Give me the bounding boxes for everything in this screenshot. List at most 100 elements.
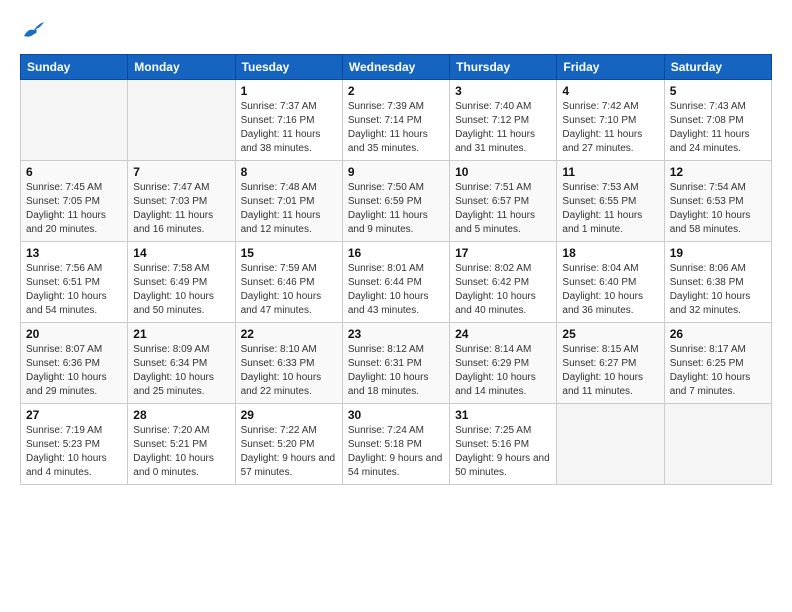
calendar-header-friday: Friday — [557, 55, 664, 80]
calendar-cell: 4Sunrise: 7:42 AM Sunset: 7:10 PM Daylig… — [557, 80, 664, 161]
day-info: Sunrise: 7:54 AM Sunset: 6:53 PM Dayligh… — [670, 181, 766, 237]
calendar-week-row: 13 Sunrise: 7:56 AM Sunset: 6:51 PM Dayli… — [21, 242, 772, 323]
calendar-cell: 27 Sunrise: 7:19 AM Sunset: 5:23 PM Dayli… — [21, 404, 128, 485]
calendar-cell: 24 Sunrise: 8:14 AM Sunset: 6:29 PM Dayli… — [450, 323, 557, 404]
calendar-cell: 14 Sunrise: 7:58 AM Sunset: 6:49 PM Dayli… — [128, 242, 235, 323]
calendar-week-row: 6 Sunrise: 7:45 AM Sunset: 7:05 PM Daylig… — [21, 161, 772, 242]
day-number: 21 — [133, 327, 229, 341]
day-info: Sunrise: 7:43 AM Sunset: 7:08 PM Dayligh… — [670, 100, 766, 156]
day-info: Sunrise: 7:53 AM Sunset: 6:55 PM Dayligh… — [562, 181, 658, 237]
logo-bird-icon — [22, 20, 44, 38]
calendar-cell: 29 Sunrise: 7:22 AM Sunset: 5:20 PM Dayli… — [235, 404, 342, 485]
day-number: 23 — [348, 327, 444, 341]
day-number: 9 — [348, 165, 444, 179]
calendar-header-sunday: Sunday — [21, 55, 128, 80]
day-number: 5 — [670, 84, 766, 98]
calendar-cell: 1Sunrise: 7:37 AM Sunset: 7:16 PM Daylig… — [235, 80, 342, 161]
calendar-cell — [557, 404, 664, 485]
calendar-cell — [664, 404, 771, 485]
calendar-cell — [128, 80, 235, 161]
calendar-cell: 15 Sunrise: 7:59 AM Sunset: 6:46 PM Dayli… — [235, 242, 342, 323]
page-header — [20, 20, 772, 38]
day-number: 2 — [348, 84, 444, 98]
day-number: 13 — [26, 246, 122, 260]
calendar-cell: 26Sunrise: 8:17 AM Sunset: 6:25 PM Dayli… — [664, 323, 771, 404]
calendar-week-row: 27 Sunrise: 7:19 AM Sunset: 5:23 PM Dayli… — [21, 404, 772, 485]
calendar-cell: 31Sunrise: 7:25 AM Sunset: 5:16 PM Dayli… — [450, 404, 557, 485]
calendar-cell: 11 Sunrise: 7:53 AM Sunset: 6:55 PM Dayli… — [557, 161, 664, 242]
day-info: Sunrise: 8:07 AM Sunset: 6:36 PM Dayligh… — [26, 343, 122, 399]
day-number: 20 — [26, 327, 122, 341]
day-number: 24 — [455, 327, 551, 341]
day-number: 10 — [455, 165, 551, 179]
day-info: Sunrise: 7:40 AM Sunset: 7:12 PM Dayligh… — [455, 100, 551, 156]
calendar-header-tuesday: Tuesday — [235, 55, 342, 80]
day-info: Sunrise: 7:59 AM Sunset: 6:46 PM Dayligh… — [241, 262, 337, 318]
calendar-cell: 2 Sunrise: 7:39 AM Sunset: 7:14 PM Daylig… — [342, 80, 449, 161]
day-info: Sunrise: 7:39 AM Sunset: 7:14 PM Dayligh… — [348, 100, 444, 156]
day-info: Sunrise: 8:06 AM Sunset: 6:38 PM Dayligh… — [670, 262, 766, 318]
day-info: Sunrise: 7:48 AM Sunset: 7:01 PM Dayligh… — [241, 181, 337, 237]
day-number: 4 — [562, 84, 658, 98]
logo — [20, 20, 44, 38]
day-info: Sunrise: 8:14 AM Sunset: 6:29 PM Dayligh… — [455, 343, 551, 399]
day-number: 1 — [241, 84, 337, 98]
calendar-header-row: SundayMondayTuesdayWednesdayThursdayFrid… — [21, 55, 772, 80]
calendar-cell — [21, 80, 128, 161]
day-number: 3 — [455, 84, 551, 98]
day-number: 12 — [670, 165, 766, 179]
calendar-cell: 10 Sunrise: 7:51 AM Sunset: 6:57 PM Dayli… — [450, 161, 557, 242]
day-number: 11 — [562, 165, 658, 179]
day-info: Sunrise: 7:50 AM Sunset: 6:59 PM Dayligh… — [348, 181, 444, 237]
calendar-cell: 5 Sunrise: 7:43 AM Sunset: 7:08 PM Daylig… — [664, 80, 771, 161]
day-number: 29 — [241, 408, 337, 422]
day-number: 28 — [133, 408, 229, 422]
calendar-cell: 7 Sunrise: 7:47 AM Sunset: 7:03 PM Daylig… — [128, 161, 235, 242]
day-info: Sunrise: 7:22 AM Sunset: 5:20 PM Dayligh… — [241, 424, 337, 480]
day-number: 26 — [670, 327, 766, 341]
calendar-cell: 21 Sunrise: 8:09 AM Sunset: 6:34 PM Dayli… — [128, 323, 235, 404]
day-info: Sunrise: 8:01 AM Sunset: 6:44 PM Dayligh… — [348, 262, 444, 318]
calendar-cell: 28 Sunrise: 7:20 AM Sunset: 5:21 PM Dayli… — [128, 404, 235, 485]
day-info: Sunrise: 8:15 AM Sunset: 6:27 PM Dayligh… — [562, 343, 658, 399]
calendar-header-saturday: Saturday — [664, 55, 771, 80]
day-info: Sunrise: 7:51 AM Sunset: 6:57 PM Dayligh… — [455, 181, 551, 237]
day-info: Sunrise: 8:09 AM Sunset: 6:34 PM Dayligh… — [133, 343, 229, 399]
calendar-cell: 22Sunrise: 8:10 AM Sunset: 6:33 PM Dayli… — [235, 323, 342, 404]
day-number: 31 — [455, 408, 551, 422]
calendar-cell: 30 Sunrise: 7:24 AM Sunset: 5:18 PM Dayli… — [342, 404, 449, 485]
calendar-cell: 12 Sunrise: 7:54 AM Sunset: 6:53 PM Dayli… — [664, 161, 771, 242]
calendar-table: SundayMondayTuesdayWednesdayThursdayFrid… — [20, 54, 772, 485]
day-info: Sunrise: 7:45 AM Sunset: 7:05 PM Dayligh… — [26, 181, 122, 237]
day-info: Sunrise: 8:12 AM Sunset: 6:31 PM Dayligh… — [348, 343, 444, 399]
day-number: 15 — [241, 246, 337, 260]
day-info: Sunrise: 7:56 AM Sunset: 6:51 PM Dayligh… — [26, 262, 122, 318]
calendar-cell: 20 Sunrise: 8:07 AM Sunset: 6:36 PM Dayli… — [21, 323, 128, 404]
day-info: Sunrise: 8:04 AM Sunset: 6:40 PM Dayligh… — [562, 262, 658, 318]
calendar-week-row: 20 Sunrise: 8:07 AM Sunset: 6:36 PM Dayli… — [21, 323, 772, 404]
day-number: 25 — [562, 327, 658, 341]
day-info: Sunrise: 7:19 AM Sunset: 5:23 PM Dayligh… — [26, 424, 122, 480]
calendar-cell: 25 Sunrise: 8:15 AM Sunset: 6:27 PM Dayli… — [557, 323, 664, 404]
day-number: 18 — [562, 246, 658, 260]
day-info: Sunrise: 7:24 AM Sunset: 5:18 PM Dayligh… — [348, 424, 444, 480]
day-number: 6 — [26, 165, 122, 179]
day-number: 7 — [133, 165, 229, 179]
day-number: 8 — [241, 165, 337, 179]
calendar-cell: 13 Sunrise: 7:56 AM Sunset: 6:51 PM Dayli… — [21, 242, 128, 323]
calendar-header-wednesday: Wednesday — [342, 55, 449, 80]
day-number: 19 — [670, 246, 766, 260]
day-number: 14 — [133, 246, 229, 260]
day-number: 30 — [348, 408, 444, 422]
calendar-cell: 19 Sunrise: 8:06 AM Sunset: 6:38 PM Dayli… — [664, 242, 771, 323]
day-number: 27 — [26, 408, 122, 422]
day-info: Sunrise: 7:47 AM Sunset: 7:03 PM Dayligh… — [133, 181, 229, 237]
calendar-cell: 17Sunrise: 8:02 AM Sunset: 6:42 PM Dayli… — [450, 242, 557, 323]
day-number: 22 — [241, 327, 337, 341]
day-info: Sunrise: 8:02 AM Sunset: 6:42 PM Dayligh… — [455, 262, 551, 318]
calendar-cell: 6 Sunrise: 7:45 AM Sunset: 7:05 PM Daylig… — [21, 161, 128, 242]
day-number: 16 — [348, 246, 444, 260]
day-info: Sunrise: 7:20 AM Sunset: 5:21 PM Dayligh… — [133, 424, 229, 480]
calendar-cell: 9 Sunrise: 7:50 AM Sunset: 6:59 PM Daylig… — [342, 161, 449, 242]
day-info: Sunrise: 7:58 AM Sunset: 6:49 PM Dayligh… — [133, 262, 229, 318]
